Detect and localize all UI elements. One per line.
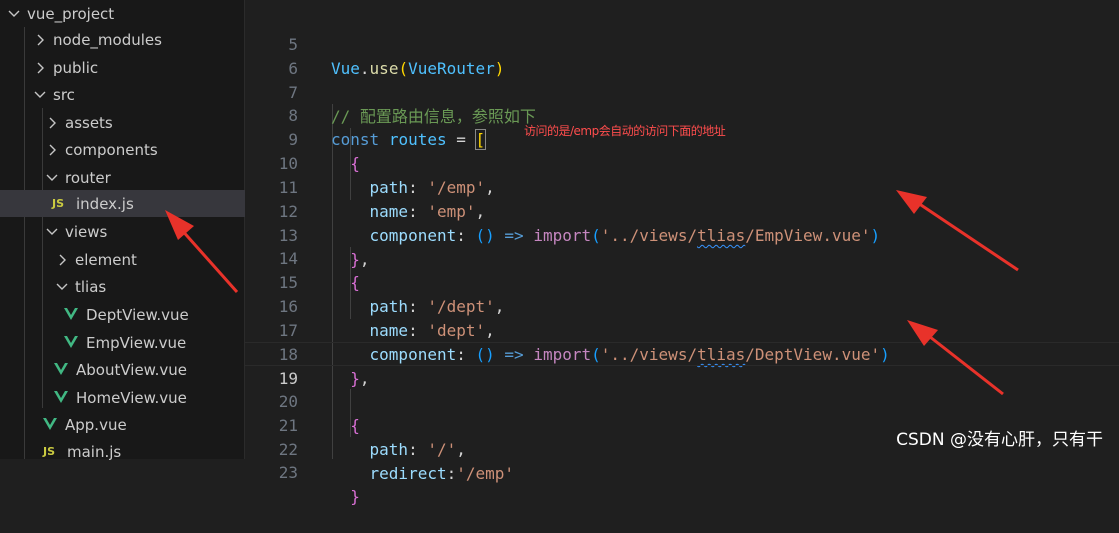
code-line: 20 { bbox=[245, 366, 1119, 435]
tree-item-label: EmpView.vue bbox=[86, 333, 187, 352]
tree-item-label: AboutView.vue bbox=[76, 360, 187, 379]
chevron-right-icon bbox=[45, 116, 59, 130]
file-explorer: vue_project node_modules public src asse… bbox=[0, 0, 296, 461]
tree-item-vue-project[interactable]: vue_project bbox=[0, 0, 251, 27]
code-line: 8 const routes = [ bbox=[245, 80, 1119, 150]
tree-item-label: tlias bbox=[75, 277, 107, 296]
vue-file-icon bbox=[54, 363, 68, 376]
code-line: 6 bbox=[245, 33, 1119, 78]
vue-file-icon bbox=[64, 308, 78, 321]
chevron-right-icon bbox=[33, 33, 47, 47]
vue-file-icon bbox=[43, 418, 57, 431]
code-line: 13 }, bbox=[245, 200, 1119, 269]
code-line: 15 path: '/dept', bbox=[245, 247, 1119, 316]
chevron-right-icon bbox=[45, 143, 59, 157]
code-line: 14 { bbox=[245, 223, 1119, 292]
tree-item-public[interactable]: public bbox=[0, 54, 277, 81]
javascript-file-icon: JS bbox=[43, 445, 56, 458]
tree-item-src[interactable]: src bbox=[0, 81, 277, 108]
code-editor[interactable]: 5 Vue.use(VueRouter) 6 7 // 配置路由信息，参照如下 … bbox=[245, 0, 1119, 506]
code-line: 17 component: () => import('../views/tli… bbox=[245, 295, 1119, 364]
tree-item-label: DeptView.vue bbox=[86, 305, 189, 324]
chevron-down-icon bbox=[33, 88, 47, 102]
code-line-current: 19 bbox=[245, 342, 1119, 388]
tree-item-label: HomeView.vue bbox=[76, 388, 187, 407]
tree-item-label: App.vue bbox=[65, 415, 127, 434]
tree-item-label: src bbox=[53, 85, 75, 104]
javascript-file-icon: JS bbox=[52, 197, 65, 210]
tree-item-main-js[interactable]: JS main.js bbox=[0, 438, 287, 465]
vue-file-icon bbox=[54, 391, 68, 404]
tree-item-label: views bbox=[65, 222, 108, 241]
tree-item-label: vue_project bbox=[27, 4, 115, 23]
tree-item-app-vue[interactable]: App.vue bbox=[0, 411, 287, 438]
code-line: 12 component: () => import('../views/tli… bbox=[245, 176, 1119, 245]
tree-item-label: element bbox=[75, 250, 137, 269]
code-line: 16 name: 'dept', bbox=[245, 271, 1119, 340]
chevron-right-icon bbox=[55, 253, 69, 267]
tree-item-label: main.js bbox=[67, 442, 122, 461]
tree-item-label: public bbox=[53, 58, 99, 77]
chevron-down-icon bbox=[45, 225, 59, 239]
tree-item-label: node_modules bbox=[53, 30, 162, 49]
tree-item-label: components bbox=[65, 140, 158, 159]
tree-item-node-modules[interactable]: node_modules bbox=[0, 26, 277, 53]
code-line: 7 // 配置路由信息，参照如下 bbox=[245, 57, 1119, 126]
code-line: 18 }, bbox=[245, 319, 1119, 388]
chevron-down-icon bbox=[55, 280, 69, 294]
watermark: CSDN @没有心肝，只有干 bbox=[896, 430, 1103, 450]
code-line: 21 path: '/', bbox=[245, 390, 1119, 459]
tree-item-label: router bbox=[65, 168, 111, 187]
annotation-text: 访问的是/emp会自动的访问下面的地址 bbox=[524, 124, 726, 138]
code-line: 5 Vue.use(VueRouter) bbox=[245, 9, 1119, 78]
chevron-right-icon bbox=[33, 61, 47, 75]
tree-item-label: index.js bbox=[76, 194, 134, 213]
code-line: 11 name: 'emp', bbox=[245, 152, 1119, 221]
vue-file-icon bbox=[64, 336, 78, 349]
chevron-down-icon bbox=[45, 171, 59, 185]
chevron-down-icon bbox=[7, 7, 21, 21]
tree-item-label: assets bbox=[65, 113, 113, 132]
line-number: 23 bbox=[278, 463, 298, 482]
